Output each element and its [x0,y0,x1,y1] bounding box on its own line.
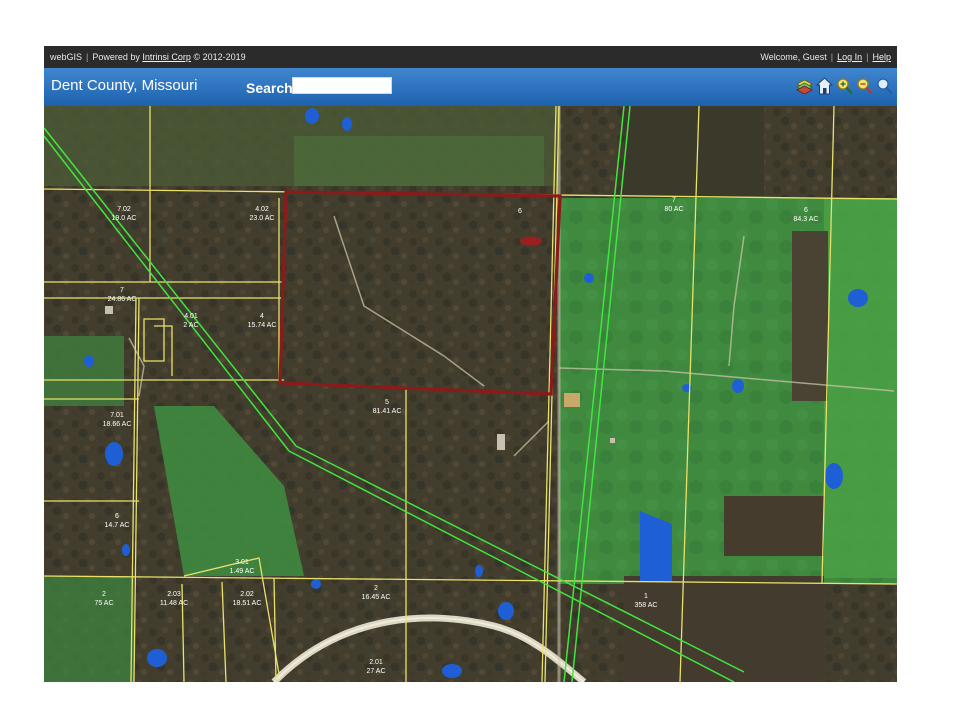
parcel-area-label: 27 AC [366,668,385,675]
search-input[interactable] [292,77,392,94]
powered-by-text: Powered by [92,52,140,62]
tree-stand [624,576,824,682]
parcel-id-label: 7.01 [110,412,124,419]
separator: | [86,52,89,62]
separator: | [866,52,869,62]
parcel-area-label: 23.0 AC [250,215,275,222]
parcel-area-label: 2 AC [183,322,198,329]
separator: | [830,52,834,62]
top-bar-left: webGIS | Powered by Intrinsi Corp © 2012-2… [50,52,246,62]
map-view[interactable]: 7.02 19.0 AC 4.02 23.0 AC 6 7 80 AC 6 84.3 AC 7 24… [44,106,897,682]
zoom-in-icon[interactable] [836,76,853,96]
parcel-id-label: 3.01 [235,559,249,566]
tree-stand [724,496,824,556]
webgis-window: webGIS | Powered by Intrinsi Corp © 2012-2… [44,46,897,682]
parcel-id-label: 6 [804,207,808,214]
parcel-area-label: 11.48 AC [160,600,188,607]
parcel-area-label: 84.3 AC [794,216,819,223]
parcel-area-label: 1.49 AC [230,568,255,575]
parcel-id-label: 2 [374,585,378,592]
pasture-west [44,336,124,406]
parcel-id-label: 1 [644,593,648,600]
map-toolbar [796,76,893,98]
parcel-id-label: 6 [518,208,522,215]
parcel-id-label: 7 [120,287,124,294]
app-name: webGIS [50,52,83,62]
tree-stand [624,106,764,198]
parcel-id-label: 2.02 [240,591,254,598]
header-bar: Dent County, Missouri Search: [44,68,897,106]
parcel-area-label: 80 AC [664,206,683,213]
tree-stand [792,231,828,401]
parcel-id-label: 4.02 [255,206,269,213]
parcel-id-label: 2.03 [167,591,181,598]
parcel-area-label: 19.0 AC [112,215,137,222]
layers-icon[interactable] [796,76,813,96]
login-link[interactable]: Log In [837,52,862,62]
parcel-area-label: 14.7 AC [105,522,130,529]
parcel-id-label: 2.01 [369,659,383,666]
parcel-id-label: 5 [385,399,389,406]
selected-parcel-marker [520,236,542,246]
search-icon[interactable] [876,76,893,96]
parcel-id-label: 4 [260,313,264,320]
parcel-area-label: 18.66 AC [103,421,132,428]
pasture-north-clearing [294,136,544,186]
county-title: Dent County, Missouri [51,77,198,94]
parcel-area-label: 24.86 AC [108,296,137,303]
top-bar-right: Welcome, Guest | Log In | Help [760,52,891,62]
help-link[interactable]: Help [872,52,891,62]
vendor-link[interactable]: Intrinsi Corp [142,52,191,62]
parcel-area-label: 75 AC [94,600,113,607]
parcel-area-label: 18.51 AC [233,600,262,607]
aerial-map-canvas[interactable]: 7.0219.0 AC4.0223.0 AC6780 AC 684.3 AC724… [44,106,897,682]
home-icon[interactable] [816,76,833,96]
zoom-out-icon[interactable] [856,76,873,96]
parcel-area-label: 81.41 AC [373,408,402,415]
parcel-area-label: 15.74 AC [248,322,277,329]
parcel-area-label: 358 AC [635,602,658,609]
parcel-area-label: 16.45 AC [362,594,391,601]
parcel-id-label: 4.01 [184,313,198,320]
search-label: Search: [246,80,298,96]
parcel-id-label: 2 [102,591,106,598]
top-bar: webGIS | Powered by Intrinsi Corp © 2012-2… [44,46,897,68]
parcel-id-label: 6 [115,513,119,520]
welcome-text: Welcome, Guest [760,52,827,62]
pasture-south [44,576,134,682]
parcel-id-label: 7.02 [117,206,131,213]
parcel-id-label: 7 [672,197,676,204]
copyright-text: © 2012-2019 [193,52,246,62]
